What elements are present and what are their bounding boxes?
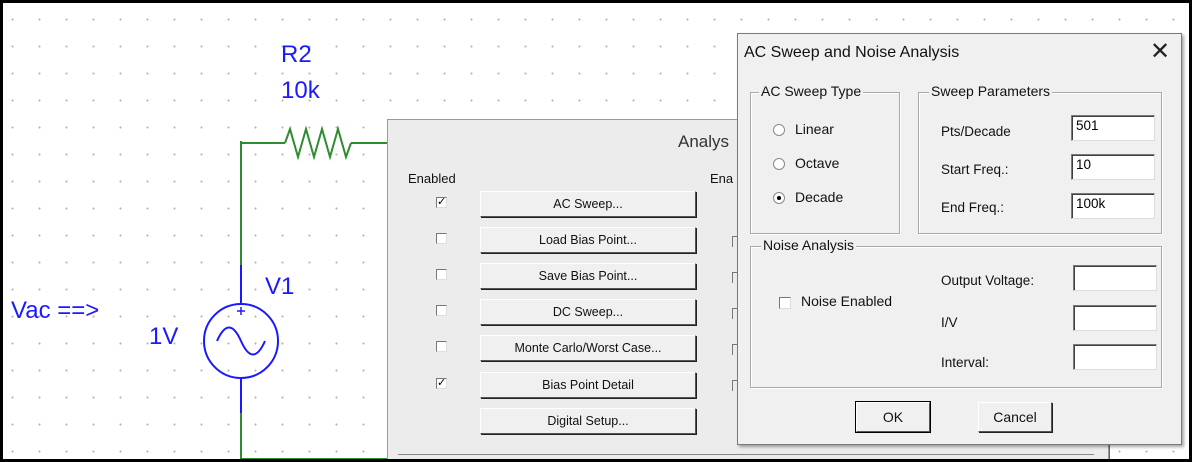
cancel-button[interactable]: Cancel (978, 402, 1052, 432)
resistor-r2-symbol (284, 125, 352, 161)
radio-octave[interactable] (773, 158, 785, 170)
sweep-params-label: Sweep Parameters (929, 83, 1053, 99)
noise-analysis-label: Noise Analysis (761, 237, 857, 253)
output-voltage-field[interactable] (1073, 265, 1157, 291)
monte-carlo-checkbox[interactable] (436, 341, 447, 352)
radio-decade-label: Decade (795, 189, 844, 205)
radio-decade[interactable] (773, 192, 785, 204)
sweep-type-label: AC Sweep Type (759, 83, 864, 99)
save-bias-point-button[interactable]: Save Bias Point... (480, 263, 696, 289)
resistor-name: R2 (281, 41, 312, 68)
noise-analysis-group: Noise Analysis Noise Enabled Output Volt… (750, 237, 1162, 388)
vac-annotation: Vac ==> (11, 297, 100, 324)
monte-carlo-button[interactable]: Monte Carlo/Worst Case... (480, 335, 696, 361)
dc-sweep-button[interactable]: DC Sweep... (480, 299, 696, 325)
bias-point-detail-checkbox[interactable]: ✓ (436, 378, 447, 389)
bias-point-detail-button[interactable]: Bias Point Detail (480, 372, 696, 398)
pts-decade-field[interactable]: 501 (1071, 115, 1155, 141)
ok-button[interactable]: OK (855, 401, 931, 433)
radio-linear-label: Linear (795, 121, 834, 137)
close-icon[interactable]: ✕ (1146, 38, 1174, 66)
ac-sweep-checkbox[interactable]: ✓ (436, 197, 447, 208)
window-divider (398, 454, 1094, 459)
ac-sweep-button[interactable]: AC Sweep... (480, 191, 696, 217)
radio-octave-label: Octave (795, 155, 840, 171)
end-freq-label: End Freq.: (941, 200, 1005, 215)
source-name: V1 (265, 273, 295, 300)
interval-field[interactable] (1073, 344, 1157, 370)
interval-label: Interval: (941, 355, 990, 370)
start-freq-label: Start Freq.: (941, 162, 1009, 177)
iv-field[interactable] (1073, 305, 1157, 331)
pts-decade-label: Pts/Decade (941, 124, 1011, 139)
dialog-title: AC Sweep and Noise Analysis (744, 44, 960, 61)
schematic-canvas[interactable]: R2 10k V1 1V Vac ==> Analys Enabled Ena … (0, 0, 1192, 462)
ac-sweep-dialog: AC Sweep and Noise Analysis ✕ AC Sweep T… (737, 33, 1182, 445)
iv-label: I/V (941, 315, 958, 330)
enabled-column-header-2: Ena (710, 171, 734, 186)
enabled-column-header: Enabled (408, 171, 456, 186)
dc-sweep-checkbox[interactable] (436, 305, 447, 316)
load-bias-point-button[interactable]: Load Bias Point... (480, 227, 696, 253)
digital-setup-button[interactable]: Digital Setup... (480, 408, 696, 434)
start-freq-field[interactable]: 10 (1071, 154, 1155, 180)
noise-enabled-checkbox[interactable] (779, 297, 791, 309)
source-value: 1V (149, 323, 179, 350)
end-freq-field[interactable]: 100k (1071, 193, 1155, 219)
radio-linear[interactable] (773, 124, 785, 136)
resistor-value: 10k (281, 77, 320, 104)
sweep-params-group: Sweep Parameters Pts/Decade 501 Start Fr… (918, 83, 1162, 234)
save-bias-checkbox[interactable] (436, 269, 447, 280)
analysis-window-title: Analys (678, 132, 730, 151)
noise-enabled-label: Noise Enabled (801, 293, 893, 309)
output-voltage-label: Output Voltage: (941, 273, 1035, 288)
sweep-type-group: AC Sweep Type Linear Octave Decade (750, 83, 900, 234)
load-bias-checkbox[interactable] (436, 233, 447, 244)
